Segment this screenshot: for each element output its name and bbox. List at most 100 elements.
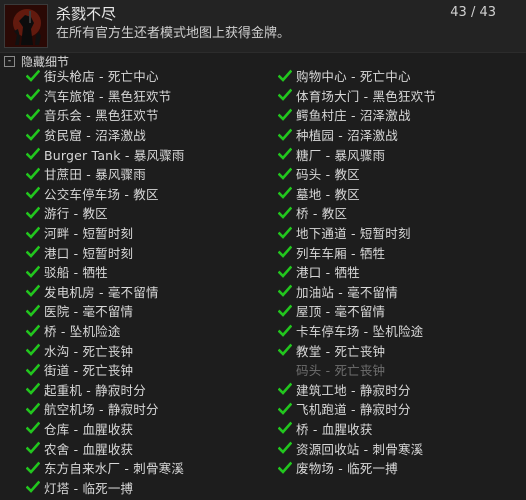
checkmark-icon [278,245,292,259]
map-item: 桥 - 坠机险途 [26,321,185,341]
checkmark-icon [26,108,40,122]
map-item: 地下通道 - 短暂时刻 [278,223,436,243]
collapse-icon[interactable]: - [4,55,15,67]
map-item-label: 东方自来水厂 - 刺骨寒溪 [44,461,185,477]
map-item-label: 甘蔗田 - 暴风骤雨 [44,167,146,183]
checkmark-icon [278,284,292,298]
map-item-label: 加油站 - 毫不留情 [296,284,398,300]
checkmark-icon [26,226,40,240]
map-item-label: 汽车旅馆 - 黑色狂欢节 [44,88,172,104]
map-item-label: 码头 - 死亡丧钟 [296,363,386,379]
checkmark-icon [278,421,292,435]
header-divider [0,52,526,53]
map-item-label: 体育场大门 - 黑色狂欢节 [296,88,437,104]
map-item: 港口 - 牺牲 [278,262,436,282]
checkmark-icon [26,69,40,83]
achievement-icon [4,4,48,48]
map-item: 贫民窟 - 沼泽激战 [26,125,185,145]
map-item-label: 列车车厢 - 牺牲 [296,245,386,261]
map-item-label: 医院 - 毫不留情 [44,304,134,320]
map-item-label: 贫民窟 - 沼泽激战 [44,128,146,144]
checkmark-icon [278,167,292,181]
map-item: 汽车旅馆 - 黑色狂欢节 [26,86,185,106]
map-item-label: 废物场 - 临死一搏 [296,461,398,477]
checkmark-icon [26,167,40,181]
map-item-label: 桥 - 血腥收获 [296,421,373,437]
map-item: 驳船 - 牺牲 [26,262,185,282]
map-item-label: 街道 - 死亡丧钟 [44,363,134,379]
right-map-list: 购物中心 - 死亡中心 体育场大门 - 黑色狂欢节 鳄鱼村庄 - 沼泽激战 种植园 -… [278,66,436,477]
map-item: 废物场 - 临死一搏 [278,458,436,478]
map-item-label: Burger Tank - 暴风骤雨 [44,147,185,163]
checkmark-icon [278,186,292,200]
map-item-label: 河畔 - 短暂时刻 [44,226,134,242]
checkmark-icon [26,382,40,396]
map-item: 航空机场 - 静寂时分 [26,399,185,419]
map-item-label: 音乐会 - 黑色狂欢节 [44,108,159,124]
checkmark-icon [278,69,292,83]
checkmark-icon [278,441,292,455]
checkmark-icon [26,88,40,102]
map-item: 购物中心 - 死亡中心 [278,66,436,86]
map-item: 起重机 - 静寂时分 [26,380,185,400]
map-item-label: 水沟 - 死亡丧钟 [44,343,134,359]
map-item-label: 购物中心 - 死亡中心 [296,69,411,85]
map-item-label: 桥 - 教区 [296,206,348,222]
map-item: Burger Tank - 暴风骤雨 [26,144,185,164]
map-item-label: 街头枪店 - 死亡中心 [44,69,159,85]
achievement-title: 杀戮不尽 [56,5,117,23]
map-item: 屋顶 - 毫不留情 [278,301,436,321]
map-item: 资源回收站 - 刺骨寒溪 [278,438,436,458]
map-item: 桥 - 血腥收获 [278,419,436,439]
map-item: 建筑工地 - 静寂时分 [278,380,436,400]
checkmark-icon [26,147,40,161]
checkmark-icon [278,382,292,396]
map-item-label: 港口 - 牺牲 [296,265,360,281]
checkmark-icon [26,304,40,318]
map-item: 体育场大门 - 黑色狂欢节 [278,86,436,106]
map-item: 游行 - 教区 [26,203,185,223]
checkmark-icon [26,324,40,338]
map-item: 仓库 - 血腥收获 [26,419,185,439]
checkmark-icon [278,402,292,416]
map-item-label: 资源回收站 - 刺骨寒溪 [296,441,424,457]
achievement-panel: 杀戮不尽 在所有官方生还者模式地图上获得金牌。 43 / 43 - 隐藏细节 街… [0,0,526,500]
achievement-description: 在所有官方生还者模式地图上获得金牌。 [56,26,291,41]
checkmark-icon [278,88,292,102]
map-item: 教堂 - 死亡丧钟 [278,340,436,360]
map-item-label: 墓地 - 教区 [296,186,360,202]
checkmark-icon [278,304,292,318]
checkmark-icon [278,108,292,122]
checkmark-icon [278,324,292,338]
map-item: 桥 - 教区 [278,203,436,223]
checkmark-icon [26,284,40,298]
map-item-label: 卡车停车场 - 坠机险途 [296,324,424,340]
map-item: 灯塔 - 临死一搏 [26,477,185,497]
map-item-label: 公交车停车场 - 教区 [44,186,159,202]
map-item-label: 飞机跑道 - 静寂时分 [296,402,411,418]
checkmark-icon [26,363,40,377]
map-item: 音乐会 - 黑色狂欢节 [26,105,185,125]
map-item-label: 发电机房 - 毫不留情 [44,284,159,300]
checkmark-icon [26,461,40,475]
map-item-label: 桥 - 坠机险途 [44,324,121,340]
checkmark-icon [278,343,292,357]
map-item: 飞机跑道 - 静寂时分 [278,399,436,419]
checkmark-icon [278,147,292,161]
map-item-label: 航空机场 - 静寂时分 [44,402,159,418]
map-item: 农舍 - 血腥收获 [26,438,185,458]
map-item: 糖厂 - 暴风骤雨 [278,144,436,164]
checkmark-icon [278,206,292,220]
map-item-label: 农舍 - 血腥收获 [44,441,134,457]
checkmark-icon [278,265,292,279]
checkmark-icon [26,480,40,494]
map-item: 码头 - 教区 [278,164,436,184]
left-map-list: 街头枪店 - 死亡中心 汽车旅馆 - 黑色狂欢节 音乐会 - 黑色狂欢节 贫民窟 - … [26,66,185,497]
checkmark-icon [26,245,40,259]
achievement-progress: 43 / 43 [450,5,496,20]
checkmark-icon [278,363,292,377]
map-item: 加油站 - 毫不留情 [278,282,436,302]
map-item-label: 鳄鱼村庄 - 沼泽激战 [296,108,411,124]
checkmark-icon [26,421,40,435]
map-item: 公交车停车场 - 教区 [26,184,185,204]
